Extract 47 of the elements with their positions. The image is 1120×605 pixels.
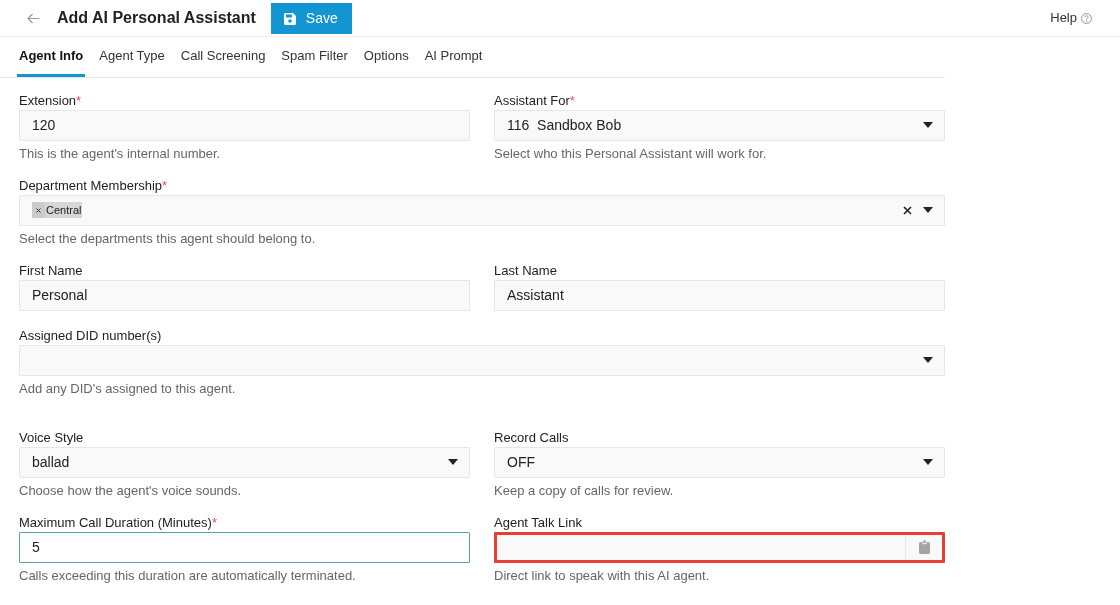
help-text: Choose how the agent's voice sounds. <box>19 482 243 498</box>
field-label: Extension* <box>19 92 83 108</box>
field-label: Voice Style <box>19 429 85 445</box>
caret-icon <box>923 357 933 363</box>
caret-icon <box>923 122 933 128</box>
back-arrow-icon[interactable] <box>27 12 40 24</box>
text-input[interactable]: Personal <box>19 279 470 311</box>
caret-icon <box>448 459 458 465</box>
caret-icon <box>923 459 933 465</box>
page-title: Add AI Personal Assistant <box>57 8 256 28</box>
field-label: Last Name <box>494 262 558 278</box>
help-text: Select who this Personal Assistant will work for. <box>494 145 768 161</box>
text-input[interactable]: 120 <box>19 109 470 141</box>
field-label: Maximum Call Duration (Minutes)* <box>19 514 218 530</box>
clipboard-icon <box>918 540 930 554</box>
clear-icon[interactable] <box>903 205 912 215</box>
select-field[interactable]: OFF <box>494 446 945 478</box>
tab[interactable]: Spam Filter <box>279 37 350 77</box>
field-label: First Name <box>19 262 84 278</box>
field-label: Assigned DID number(s) <box>19 327 163 343</box>
help-text: Direct link to speak with this AI agent. <box>494 567 711 583</box>
question-circle-icon <box>1081 12 1092 24</box>
field-label: Assistant For* <box>494 92 576 108</box>
tab[interactable]: Agent Info <box>17 37 86 77</box>
field-label: Record Calls <box>494 429 570 445</box>
text-input[interactable]: 5 <box>19 531 470 563</box>
remove-icon[interactable] <box>32 202 45 218</box>
caret-icon <box>923 207 933 213</box>
multi-select-field[interactable]: Central <box>19 194 945 226</box>
field-label: Department Membership* <box>19 177 169 193</box>
tab[interactable]: Agent Type <box>97 37 167 77</box>
tab[interactable]: Options <box>361 37 411 77</box>
help-text: Add any DID's assigned to this agent. <box>19 380 237 396</box>
select-field[interactable]: ballad <box>19 446 470 478</box>
tab[interactable]: AI Prompt <box>422 37 485 77</box>
help-text: Calls exceeding this duration are automatically terminated. <box>19 567 357 583</box>
department-tag[interactable]: Central <box>32 202 83 218</box>
text-input[interactable]: Assistant <box>494 279 945 311</box>
help-link[interactable]: Help <box>1050 8 1092 28</box>
help-text: Keep a copy of calls for review. <box>494 482 675 498</box>
help-text: Select the departments this agent should belong to. <box>19 230 317 246</box>
field-label: Agent Talk Link <box>494 514 583 530</box>
select-field[interactable]: 116 Sandbox Bob <box>494 109 945 141</box>
link-field[interactable] <box>494 531 945 563</box>
help-text: This is the agent's internal number. <box>19 145 222 161</box>
tab[interactable]: Call Screening <box>178 37 268 77</box>
select-field[interactable] <box>19 344 945 376</box>
